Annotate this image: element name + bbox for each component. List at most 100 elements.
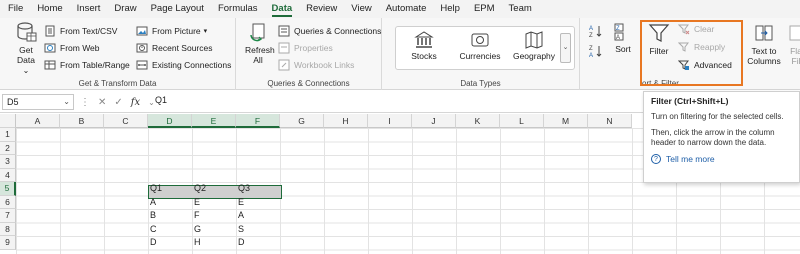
select-all-corner[interactable] [0,114,16,128]
tell-me-more-label: Tell me more [666,154,715,164]
cancel-icon[interactable]: ✕ [98,97,106,108]
tab-review[interactable]: Review [306,0,337,18]
stocks-button[interactable]: Stocks [404,31,444,61]
web-icon [44,43,56,53]
from-text-csv-label: From Text/CSV [60,26,118,36]
row-header-3[interactable]: 3 [0,155,16,169]
cell-d7[interactable]: B [148,209,192,223]
more-dots-icon: ⋮ [80,96,90,108]
column-header-k[interactable]: K [456,114,500,128]
gallery-expand-button[interactable]: ⌄ [560,33,571,63]
row-header-8[interactable]: 8 [0,222,16,236]
column-header-l[interactable]: L [500,114,544,128]
row-header-1[interactable]: 1 [0,128,16,142]
properties-button[interactable]: Properties [278,41,333,55]
from-table-range-button[interactable]: From Table/Range [44,58,130,72]
cell-f8[interactable]: S [236,223,280,237]
chevron-down-icon: ▾ [203,28,208,35]
tab-automate[interactable]: Automate [386,0,427,18]
cell-e6[interactable]: E [192,196,236,210]
tab-help[interactable]: Help [440,0,460,18]
tab-team[interactable]: Team [509,0,532,18]
svg-text:A: A [589,53,593,58]
currencies-button[interactable]: Currencies [456,31,504,61]
formula-input[interactable]: Q1 [155,95,167,105]
group-queries-connections: Refresh All Queries & Connections Proper… [236,18,382,90]
tab-insert[interactable]: Insert [77,0,101,18]
expand-formula-icon[interactable]: ⌄ [148,98,155,107]
row-header-4[interactable]: 4 [0,168,16,182]
column-header-b[interactable]: B [60,114,104,128]
existing-connections-button[interactable]: Existing Connections [136,58,231,72]
filter-highlight-box [640,20,743,86]
column-header-g[interactable]: G [280,114,324,128]
cell-e9[interactable]: H [192,236,236,250]
tab-formulas[interactable]: Formulas [218,0,258,18]
cell-f7[interactable]: A [236,209,280,223]
column-header-c[interactable]: C [104,114,148,128]
cell-f9[interactable]: D [236,236,280,250]
row-header-5[interactable]: 5 [0,182,16,196]
column-header-n[interactable]: N [588,114,632,128]
link-icon [278,59,290,71]
row-header-7[interactable]: 7 [0,209,16,223]
cell-e8[interactable]: G [192,223,236,237]
column-header-i[interactable]: I [368,114,412,128]
from-picture-button[interactable]: From Picture ▾ [136,24,207,38]
column-header-m[interactable]: M [544,114,588,128]
insert-function-icon[interactable]: fx [131,97,140,108]
cell-f5[interactable]: Q3 [236,182,280,196]
cell-d8[interactable]: C [148,223,192,237]
sort-icon: ZA [614,23,624,41]
geography-label: Geography [512,51,556,61]
row-header-2[interactable]: 2 [0,141,16,155]
tab-epm[interactable]: EPM [474,0,495,18]
name-box[interactable]: D5 ⌄ [2,94,74,110]
column-header-e[interactable]: E [192,114,236,128]
geography-button[interactable]: Geography [510,31,558,61]
flash-fill-button[interactable]: Fla Fil [786,22,800,66]
cell-d9[interactable]: D [148,236,192,250]
recent-sources-button[interactable]: Recent Sources [136,41,212,55]
tab-draw[interactable]: Draw [114,0,136,18]
refresh-all-button[interactable]: Refresh All [242,21,275,65]
tab-file[interactable]: File [8,0,23,18]
map-icon [525,31,543,49]
filter-tooltip: Filter (Ctrl+Shift+L) Turn on filtering … [643,91,800,183]
text-to-columns-icon [755,25,773,41]
cell-e7[interactable]: F [192,209,236,223]
tab-view[interactable]: View [351,0,371,18]
text-to-columns-button[interactable]: Text to Columns [745,22,783,66]
database-icon [17,22,37,42]
column-header-j[interactable]: J [412,114,456,128]
data-types-gallery: Stocks Currencies Geography ⌄ [395,26,575,70]
tab-data[interactable]: Data [271,0,292,18]
queries-connections-button[interactable]: Queries & Connections [278,24,381,38]
tooltip-title: Filter (Ctrl+Shift+L) [651,96,729,106]
get-data-button[interactable]: Get Data ⌄ [8,21,44,75]
enter-icon[interactable]: ✓ [114,97,122,108]
row-header-6[interactable]: 6 [0,195,16,209]
sort-ascending-icon: AZ [589,26,602,38]
cell-f6[interactable]: E [236,196,280,210]
column-header-a[interactable]: A [16,114,60,128]
from-web-button[interactable]: From Web [44,41,100,55]
column-header-f[interactable]: F [236,114,280,128]
sort-button[interactable]: ZA Sort [610,22,636,54]
refresh-icon [250,23,265,42]
tab-page-layout[interactable]: Page Layout [151,0,204,18]
from-text-csv-button[interactable]: From Text/CSV [44,24,117,38]
cell-e5[interactable]: Q2 [192,182,236,196]
tab-home[interactable]: Home [37,0,62,18]
cell-d5[interactable]: Q1 [148,182,192,196]
sort-za-button[interactable]: ZA [588,44,604,60]
row-header-9[interactable]: 9 [0,236,16,250]
workbook-links-button[interactable]: Workbook Links [278,58,354,72]
cell-d6[interactable]: A [148,196,192,210]
picture-icon [136,26,148,36]
sort-az-button[interactable]: AZ [588,24,604,40]
column-header-d[interactable]: D [148,114,192,128]
queries-icon [278,25,290,37]
column-header-h[interactable]: H [324,114,368,128]
tell-me-more-link[interactable]: ? Tell me more [651,154,792,164]
